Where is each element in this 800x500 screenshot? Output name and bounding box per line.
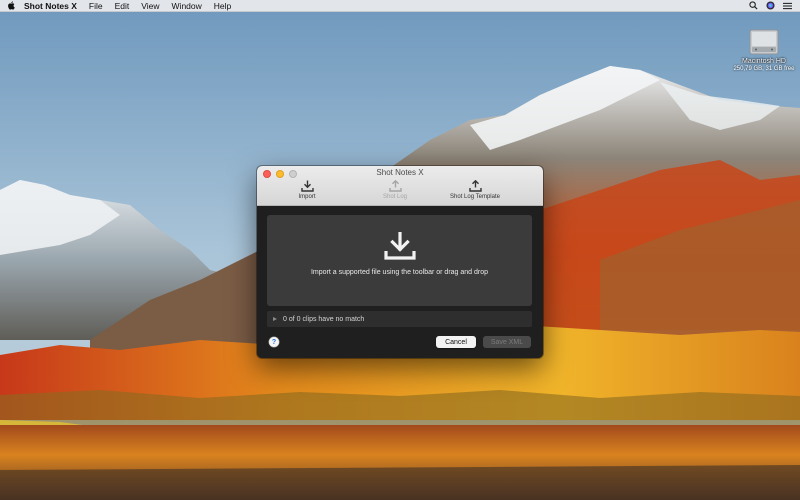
disk-name-label: Macintosh HD	[742, 58, 786, 65]
download-tray-icon	[383, 232, 416, 260]
shot-log-template-toolbar-label: Shot Log Template	[450, 194, 500, 200]
help-menu[interactable]: Help	[208, 0, 237, 12]
edit-menu[interactable]: Edit	[109, 0, 136, 12]
window-titlebar[interactable]: Shot Notes X Import Shot Log Shot Log Te…	[257, 166, 543, 206]
download-tray-icon	[300, 180, 314, 192]
notification-center-icon[interactable]	[783, 2, 792, 10]
menu-bar: Shot Notes X File Edit View Window Help	[0, 0, 800, 12]
file-menu[interactable]: File	[83, 0, 109, 12]
window-menu[interactable]: Window	[166, 0, 208, 12]
shot-notes-window: Shot Notes X Import Shot Log Shot Log Te…	[257, 166, 543, 358]
import-toolbar-button[interactable]: Import	[293, 180, 321, 200]
upload-tray-icon	[388, 180, 402, 192]
window-title: Shot Notes X	[376, 168, 424, 177]
import-toolbar-label: Import	[298, 194, 316, 200]
apple-icon	[8, 1, 15, 10]
drop-zone-instructions: Import a supported file using the toolba…	[310, 269, 489, 276]
toolbar: Import Shot Log Shot Log Template	[257, 180, 543, 204]
view-menu[interactable]: View	[135, 0, 165, 12]
shot-log-template-toolbar-button[interactable]: Shot Log Template	[445, 180, 505, 200]
file-drop-zone[interactable]: Import a supported file using the toolba…	[267, 215, 532, 306]
no-match-label: 0 of 0 clips have no match	[283, 315, 365, 323]
disclosure-triangle-icon[interactable]	[273, 317, 277, 321]
shot-log-toolbar-button[interactable]: Shot Log	[378, 180, 412, 200]
hard-drive-icon	[749, 29, 779, 55]
no-match-disclosure[interactable]: 0 of 0 clips have no match	[267, 311, 532, 327]
macintosh-hd-desktop-icon[interactable]: Macintosh HD 250,79 GB, 31 GB free	[732, 24, 796, 73]
app-menu[interactable]: Shot Notes X	[22, 0, 83, 12]
disk-info-label: 250,79 GB, 31 GB free	[733, 66, 795, 72]
spotlight-search-icon[interactable]	[749, 1, 758, 10]
upload-tray-icon	[468, 180, 482, 192]
save-xml-button[interactable]: Save XML	[483, 336, 531, 348]
help-button[interactable]: ?	[269, 337, 279, 347]
cancel-button[interactable]: Cancel	[436, 336, 476, 348]
shot-log-toolbar-label: Shot Log	[382, 194, 408, 200]
siri-icon[interactable]	[766, 1, 775, 10]
apple-menu[interactable]	[0, 1, 22, 10]
